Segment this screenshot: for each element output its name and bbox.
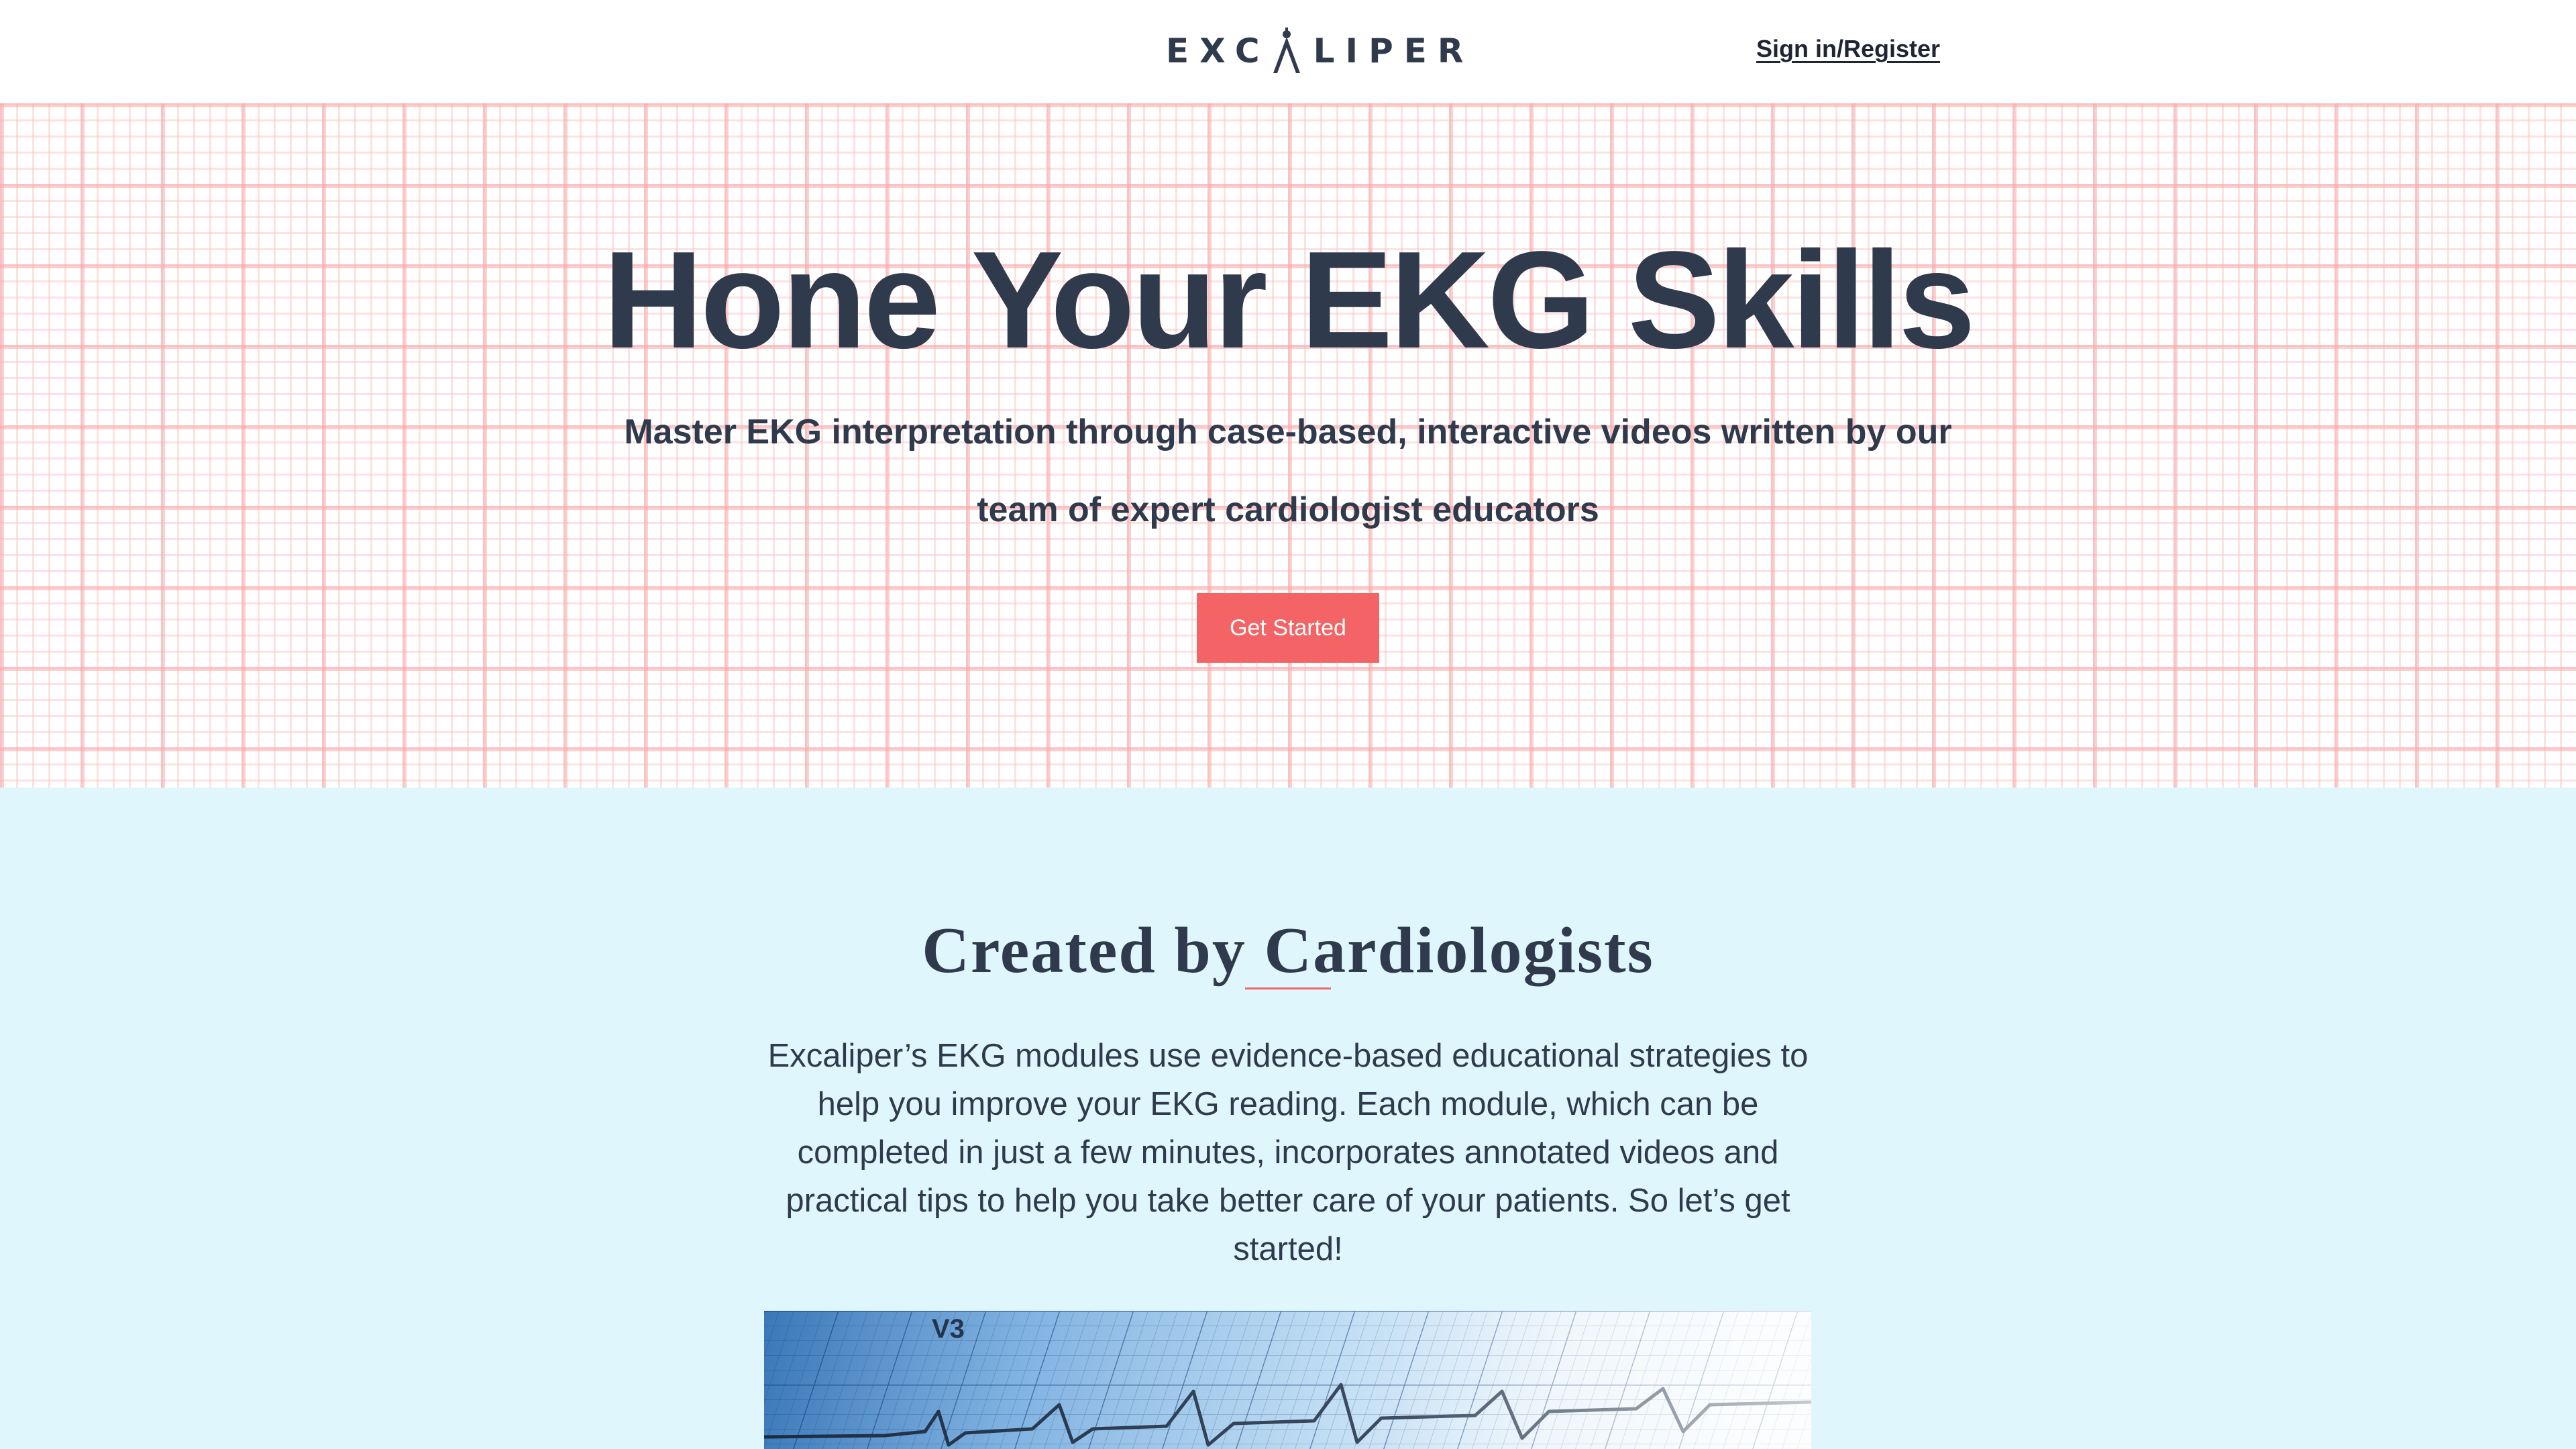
top-bar: EXC LIPER Sign in/Register	[0, 0, 2576, 103]
section-title: Created by Cardiologists	[922, 914, 1654, 987]
get-started-button[interactable]: Get Started	[1197, 593, 1379, 663]
logo-text-suffix: LIPER	[1313, 32, 1474, 70]
section-description: Excaliper’s EKG modules use evidence-bas…	[767, 1038, 1809, 1267]
logo-text-prefix: EXC	[1166, 32, 1271, 70]
excaliper-logo[interactable]: EXC LIPER	[1166, 27, 1474, 75]
signin-register-link[interactable]: Sign in/Register	[1756, 35, 1940, 63]
title-underline	[1245, 987, 1331, 989]
hero-section: Hone Your EKG Skills Master EKG interpre…	[0, 103, 2576, 788]
caliper-icon	[1273, 28, 1300, 73]
hero-subtitle: Master EKG interpretation through case-b…	[624, 413, 1952, 529]
hero-title: Hone Your EKG Skills	[603, 223, 1976, 377]
ekg-trace-graphic: V3	[764, 1311, 1811, 1449]
ekg-photo: V3	[764, 1311, 1811, 1449]
